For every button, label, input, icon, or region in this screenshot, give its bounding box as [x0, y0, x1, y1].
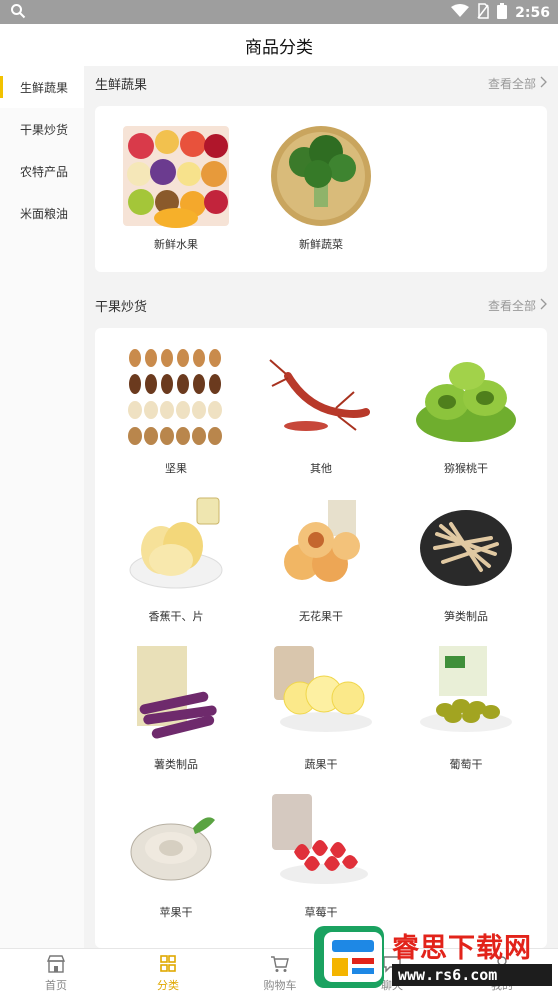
store-icon — [46, 955, 66, 973]
category-label: 其他 — [310, 462, 332, 475]
sidebar-item-dried-nuts[interactable]: 干果炒货 — [0, 108, 84, 150]
category-label: 猕猴桃干 — [444, 462, 488, 475]
category-label: 无花果干 — [299, 610, 343, 623]
category-item[interactable]: 苹果干 — [101, 782, 251, 930]
section-card-fresh: 新鲜水果 新鲜蔬菜 — [95, 106, 547, 272]
wifi-icon — [451, 4, 470, 22]
crayfish-image — [269, 359, 370, 431]
cart-icon — [271, 956, 289, 972]
category-label: 笋类制品 — [444, 610, 488, 623]
search-status-icon — [10, 3, 26, 23]
section-title: 生鲜蔬果 — [95, 77, 148, 93]
tab-label: 首页 — [45, 979, 67, 992]
category-item[interactable]: 无花果干 — [246, 486, 396, 634]
bamboo-shoots-image — [420, 510, 512, 586]
category-item[interactable]: 草莓干 — [246, 782, 396, 930]
tab-home[interactable]: 首页 — [0, 949, 112, 992]
category-item[interactable]: 新鲜水果 — [101, 114, 251, 262]
fruit-platter-image — [123, 126, 229, 228]
no-sim-icon — [477, 3, 489, 23]
category-label: 新鲜水果 — [154, 238, 198, 251]
view-all-link[interactable]: 查看全部 — [488, 297, 547, 314]
view-all-link[interactable]: 查看全部 — [488, 75, 547, 92]
category-item[interactable]: 蔬果干 — [246, 634, 396, 782]
category-label: 坚果 — [165, 462, 187, 475]
sweet-potato-image — [137, 646, 217, 739]
mixed-nuts-image — [128, 349, 222, 445]
watermark-logo-icon — [314, 926, 384, 988]
section-card-dried-nuts: 坚果 其他 猕猴桃干 香蕉干、片 无花果干 笋类制品 薯类制品 蔬果干 葡萄干 … — [95, 328, 547, 948]
status-time: 2:56 — [515, 5, 550, 21]
section-title: 干果炒货 — [95, 299, 148, 315]
dried-kiwi-image — [416, 362, 516, 442]
app-header: 商品分类 — [0, 24, 558, 66]
sidebar-item-grain-oil[interactable]: 米面粮油 — [0, 192, 84, 234]
category-item[interactable]: 其他 — [246, 338, 396, 486]
category-label: 新鲜蔬菜 — [299, 238, 343, 251]
category-item[interactable]: 香蕉干、片 — [101, 486, 251, 634]
oyster-image — [130, 817, 215, 881]
section-header-fresh: 生鲜蔬果 查看全部 — [95, 67, 547, 99]
status-bar: 2:56 — [0, 0, 558, 24]
category-label: 蔬果干 — [304, 758, 338, 771]
dried-fruit-slices-image — [274, 646, 372, 732]
category-label: 香蕉干、片 — [148, 610, 204, 623]
category-item[interactable]: 葡萄干 — [391, 634, 541, 782]
grid-icon — [160, 955, 176, 972]
category-label: 葡萄干 — [449, 758, 483, 771]
sidebar-item-label: 生鲜蔬果 — [20, 80, 69, 95]
dried-strawberry-image — [272, 794, 368, 884]
chevron-right-icon — [540, 298, 547, 313]
category-label: 薯类制品 — [154, 758, 198, 771]
sidebar-item-label: 米面粮油 — [20, 206, 69, 221]
tab-category[interactable]: 分类 — [112, 949, 224, 992]
watermark-text: 睿思下载网 — [392, 933, 532, 964]
section-header-dried-nuts: 干果炒货 查看全部 — [95, 289, 547, 321]
view-all-label: 查看全部 — [487, 76, 536, 91]
sidebar-item-fresh[interactable]: 生鲜蔬果 — [0, 66, 84, 108]
watermark-url: www.rs6.com — [392, 964, 552, 986]
sidebar-item-label: 干果炒货 — [20, 122, 69, 137]
dried-figs-image — [284, 500, 360, 582]
raisins-image — [420, 646, 512, 732]
category-item[interactable]: 薯类制品 — [101, 634, 251, 782]
category-item[interactable]: 坚果 — [101, 338, 251, 486]
battery-icon — [497, 3, 508, 23]
broccoli-image — [271, 126, 371, 226]
category-label: 苹果干 — [159, 906, 193, 919]
category-sidebar: 生鲜蔬果 干果炒货 农特产品 米面粮油 — [0, 66, 84, 948]
watermark: 睿思下载网 www.rs6.com — [308, 918, 558, 992]
category-content: 生鲜蔬果 查看全部 新鲜水果 新鲜蔬菜 干果炒货 查看全部 坚果 其他 猕猴桃干… — [84, 66, 558, 948]
sidebar-item-specialty[interactable]: 农特产品 — [0, 150, 84, 192]
sidebar-item-label: 农特产品 — [20, 164, 69, 179]
category-item[interactable]: 猕猴桃干 — [391, 338, 541, 486]
view-all-label: 查看全部 — [487, 298, 536, 313]
category-item[interactable]: 新鲜蔬菜 — [246, 114, 396, 262]
tab-label: 分类 — [157, 979, 179, 992]
category-item[interactable]: 笋类制品 — [391, 486, 541, 634]
banana-chips-image — [129, 497, 223, 589]
chevron-right-icon — [540, 76, 547, 91]
page-title: 商品分类 — [245, 37, 313, 58]
